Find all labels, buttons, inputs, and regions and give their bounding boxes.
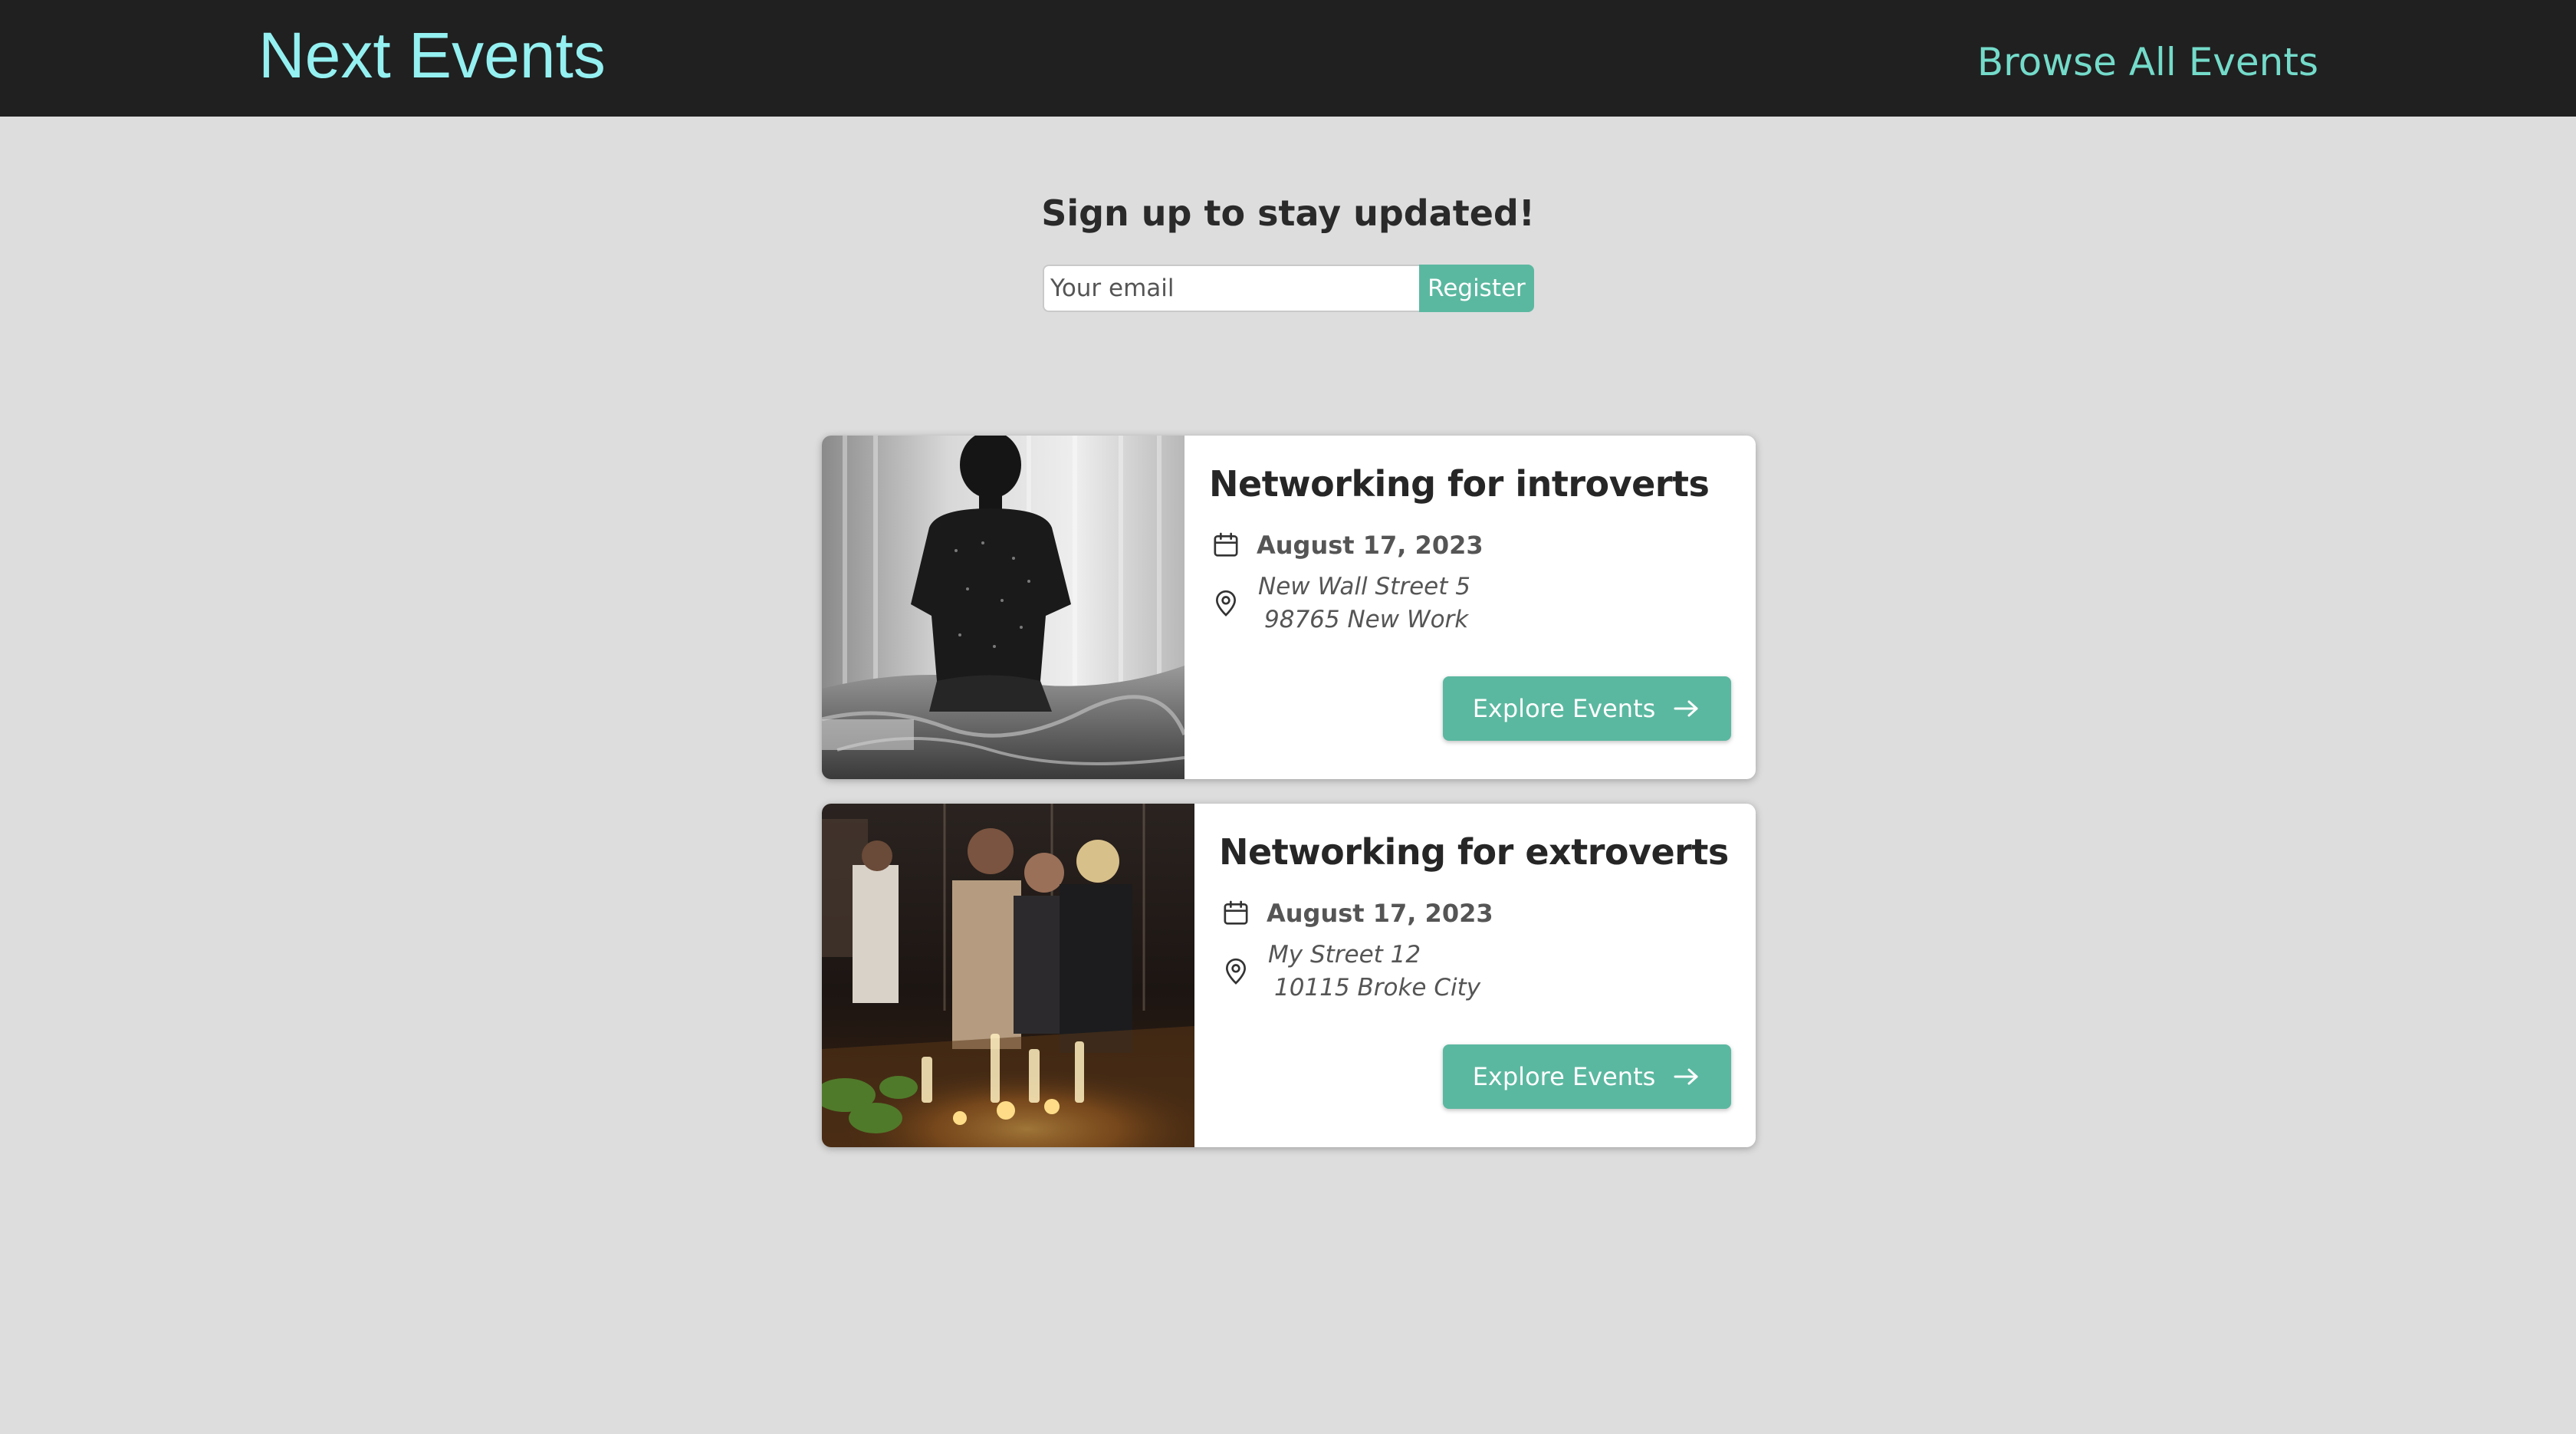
- event-date-row: August 17, 2023: [1221, 894, 1493, 932]
- register-button[interactable]: Register: [1419, 265, 1534, 312]
- event-details: Networking for extroverts August 17, 202…: [1194, 804, 1756, 1147]
- event-address: My Street 12 10115 Broke City: [1268, 939, 1480, 1005]
- event-address: New Wall Street 5 98765 New Work: [1258, 571, 1470, 636]
- event-date-row: August 17, 2023: [1211, 526, 1484, 564]
- explore-events-button[interactable]: Explore Events: [1443, 1044, 1731, 1109]
- event-date: August 17, 2023: [1267, 899, 1493, 928]
- event-address-row: My Street 12 10115 Broke City: [1221, 939, 1480, 1005]
- event-title: Networking for introverts: [1209, 463, 1710, 505]
- arrow-right-icon: [1674, 1068, 1698, 1085]
- top-navbar: Next Events Browse All Events: [0, 0, 2576, 117]
- event-details: Networking for introverts August 17, 202…: [1184, 436, 1756, 779]
- email-input[interactable]: [1043, 265, 1419, 312]
- event-date: August 17, 2023: [1257, 531, 1484, 560]
- explore-events-button[interactable]: Explore Events: [1443, 676, 1731, 741]
- event-image-introverts: [822, 436, 1184, 779]
- address-line-2: 98765 New Work: [1264, 606, 1469, 633]
- site-logo[interactable]: Next Events: [258, 17, 606, 94]
- address-line-1: New Wall Street 5: [1258, 573, 1470, 600]
- event-address-row: New Wall Street 5 98765 New Work: [1211, 571, 1470, 636]
- event-image-extroverts: [822, 804, 1194, 1147]
- signup-title: Sign up to stay updated!: [1041, 192, 1535, 234]
- address-line-1: My Street 12: [1268, 941, 1421, 969]
- map-pin-icon: [1215, 590, 1237, 617]
- calendar-icon: [1214, 532, 1238, 557]
- explore-events-label: Explore Events: [1472, 694, 1656, 723]
- event-card: Networking for introverts August 17, 202…: [822, 436, 1756, 779]
- explore-events-label: Explore Events: [1472, 1062, 1656, 1091]
- calendar-icon: [1224, 900, 1248, 925]
- event-title: Networking for extroverts: [1219, 831, 1729, 873]
- map-pin-icon: [1225, 958, 1247, 985]
- newsletter-form: Register: [1043, 265, 1534, 312]
- arrow-right-icon: [1674, 700, 1698, 717]
- address-line-2: 10115 Broke City: [1274, 974, 1481, 1001]
- event-card: Networking for extroverts August 17, 202…: [822, 804, 1756, 1147]
- browse-all-events-link[interactable]: Browse All Events: [1977, 35, 2318, 89]
